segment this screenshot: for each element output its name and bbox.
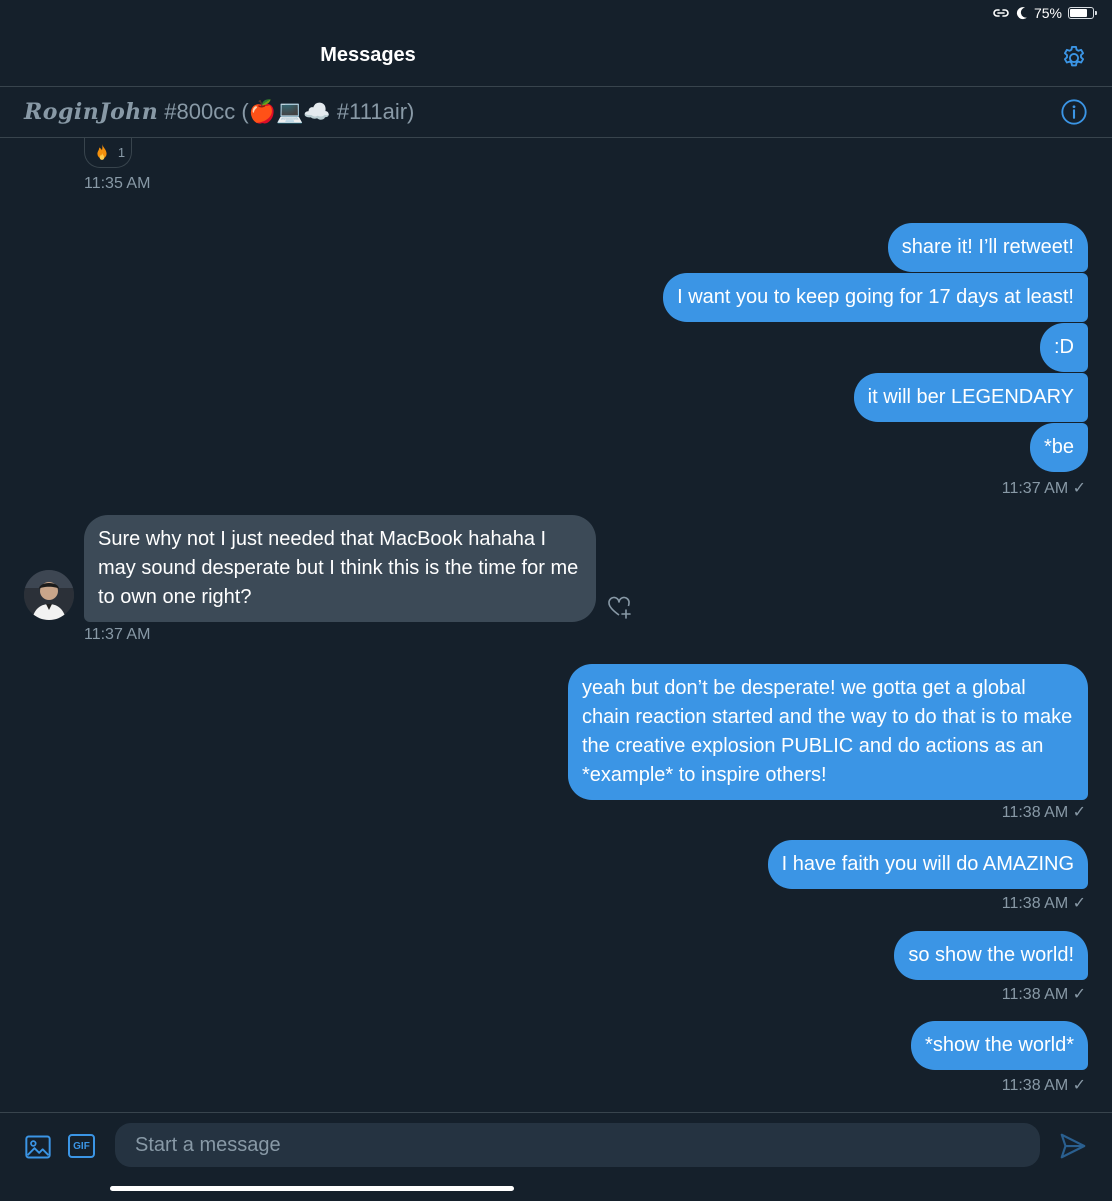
heart-plus-icon[interactable] xyxy=(606,593,634,621)
conversation-name: RoginJohn xyxy=(24,99,159,125)
outgoing-message[interactable]: so show the world! xyxy=(894,931,1088,980)
battery-fill xyxy=(1070,9,1087,17)
incoming-message[interactable]: Sure why not I just needed that MacBook … xyxy=(84,515,596,622)
info-icon[interactable] xyxy=(1060,98,1088,126)
page-title: Messages xyxy=(320,44,416,66)
outgoing-message[interactable]: yeah but don’t be desperate! we gotta ge… xyxy=(568,664,1088,800)
outgoing-message[interactable]: :D xyxy=(1040,323,1088,372)
outgoing-message[interactable]: *be xyxy=(1029,423,1088,472)
avatar-image xyxy=(24,570,74,620)
message-timestamp: 11:35 AM xyxy=(84,175,151,192)
outgoing-message[interactable]: it will ber LEGENDARY xyxy=(853,373,1088,422)
fire-icon xyxy=(97,143,107,160)
message-timestamp: 11:38 AM ✓ xyxy=(1001,895,1086,912)
conversation-title[interactable]: RoginJohn #800cc (🍎💻☁️ #111air) xyxy=(24,99,414,125)
message-timestamp: 11:38 AM ✓ xyxy=(1001,804,1086,821)
battery-percentage: 75% xyxy=(1033,5,1062,21)
outgoing-message[interactable]: I have faith you will do AMAZING xyxy=(767,840,1088,889)
message-input[interactable] xyxy=(115,1123,1040,1167)
outgoing-message[interactable]: share it! I’ll retweet! xyxy=(887,223,1088,272)
avatar[interactable] xyxy=(24,570,74,620)
image-icon[interactable] xyxy=(24,1133,52,1161)
outgoing-message[interactable]: *show the world* xyxy=(911,1021,1088,1070)
message-timestamp: 11:38 AM ✓ xyxy=(1001,986,1086,1003)
send-icon[interactable] xyxy=(1058,1131,1088,1161)
reaction-badge[interactable]: 1 xyxy=(84,138,132,168)
conversation-header: RoginJohn #800cc (🍎💻☁️ #111air) xyxy=(0,87,1112,138)
gif-button[interactable]: GIF xyxy=(68,1134,95,1158)
moon-icon xyxy=(1016,7,1027,20)
message-timestamp: 11:37 AM ✓ xyxy=(1001,480,1086,497)
message-timestamp: 11:37 AM xyxy=(84,626,151,643)
header: Messages xyxy=(0,28,1112,87)
gear-icon[interactable] xyxy=(1060,44,1088,72)
status-icons: 75% xyxy=(992,5,1097,21)
home-indicator[interactable] xyxy=(110,1186,514,1191)
battery-icon xyxy=(1068,7,1097,19)
message-timestamp: 11:38 AM ✓ xyxy=(1001,1077,1086,1094)
conversation-handle: #800cc (🍎💻☁️ #111air) xyxy=(164,99,415,124)
status-bar: 75% xyxy=(0,0,1112,28)
outgoing-message[interactable]: I want you to keep going for 17 days at … xyxy=(663,273,1088,322)
link-icon xyxy=(993,9,1009,17)
reaction-count: 1 xyxy=(117,145,126,160)
